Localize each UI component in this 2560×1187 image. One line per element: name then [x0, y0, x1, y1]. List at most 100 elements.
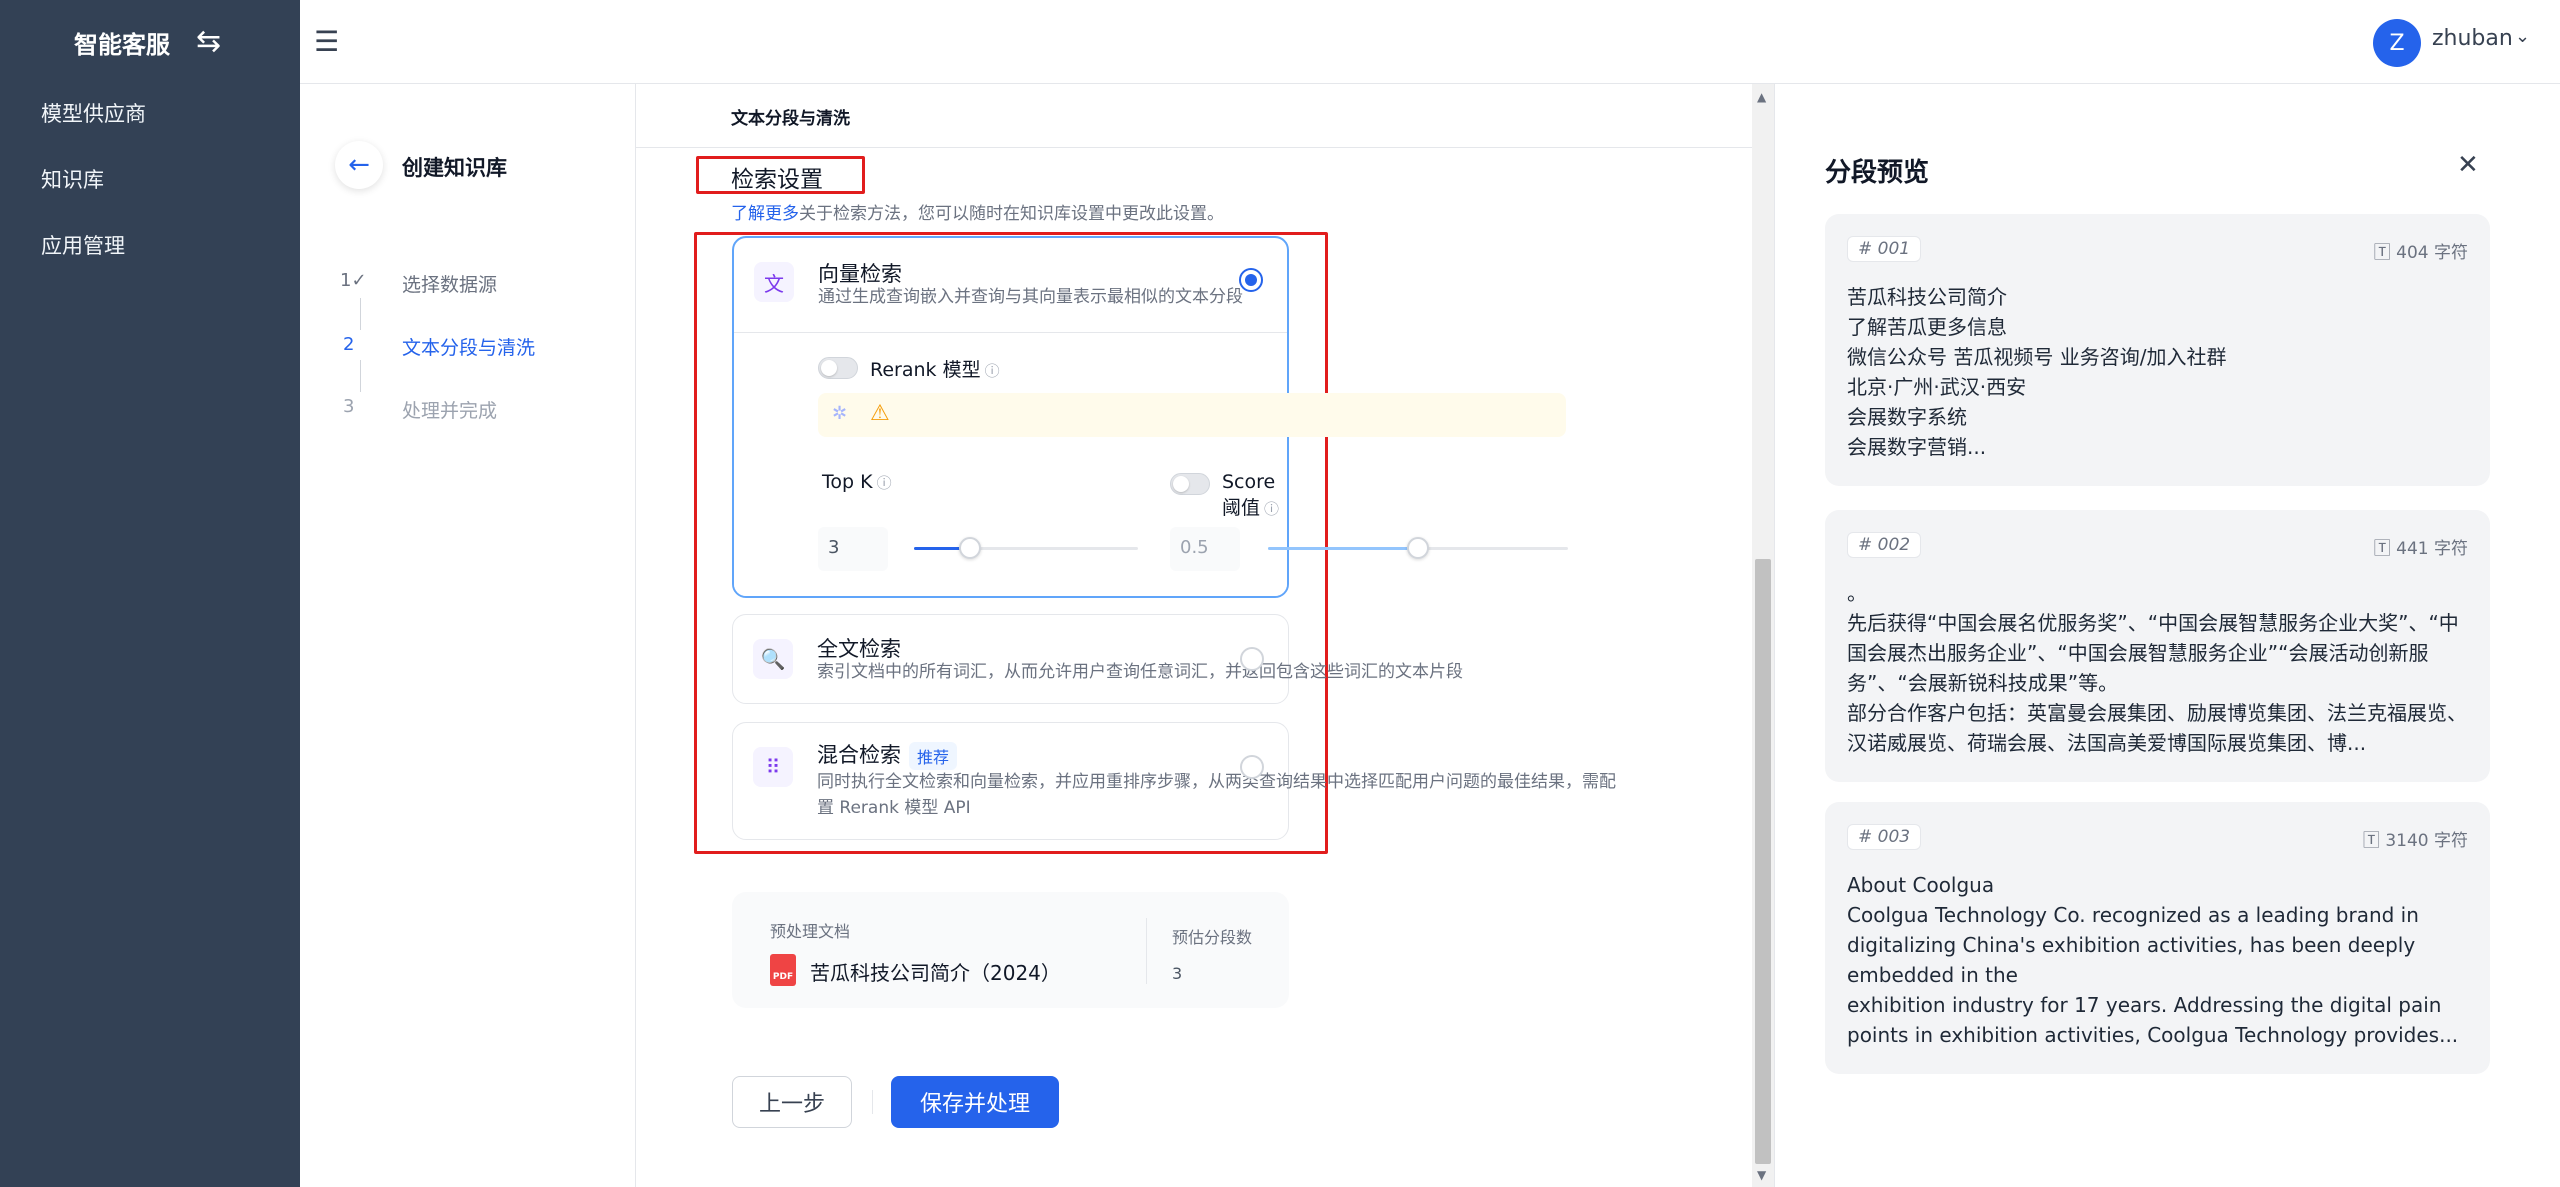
scrollbar-thumb[interactable] [1755, 559, 1771, 1164]
close-icon[interactable]: ✕ [2457, 150, 2479, 180]
retrieval-settings-desc: 了解更多关于检索方法，您可以随时在知识库设置中更改此设置。 [731, 199, 1224, 224]
rerank-model-select[interactable]: ✲ ⚠ [818, 393, 1566, 437]
app-title: 智能客服 [74, 30, 170, 59]
username[interactable]: zhuban [2432, 26, 2513, 51]
segment-char-count: 🅃 441 字符 [2374, 534, 2468, 559]
divider [872, 1090, 873, 1114]
segment-preview-panel: 分段预览 ✕ # 001 🅃 404 字符 苦瓜科技公司简介 了解苦瓜更多信息 … [1774, 84, 2560, 1187]
step-1-label[interactable]: 选择数据源 [402, 270, 497, 297]
segment-text: About Coolgua Coolgua Technology Co. rec… [1847, 873, 2459, 1047]
save-and-process-button[interactable]: 保存并处理 [891, 1076, 1059, 1128]
text-icon: 🅃 [2373, 243, 2397, 263]
step-2-number: 2 [343, 334, 355, 355]
warning-icon: ⚠ [870, 401, 890, 426]
arrow-left-icon: ← [348, 150, 370, 180]
preprocess-doc-label: 预处理文档 [770, 922, 851, 941]
segment-card: # 001 🅃 404 字符 苦瓜科技公司简介 了解苦瓜更多信息 微信公众号 苦… [1825, 214, 2490, 486]
rerank-label-text: Rerank 模型 [870, 359, 981, 381]
segment-text: 苦瓜科技公司简介 了解苦瓜更多信息 微信公众号 苦瓜视频号 业务咨询/加入社群 … [1847, 285, 2227, 459]
desc-text: 关于检索方法，您可以随时在知识库设置中更改此设置。 [799, 204, 1224, 224]
help-icon[interactable]: ⓘ [985, 362, 1000, 380]
switch-icon[interactable]: ⇆ [196, 22, 221, 62]
segment-char-count-text: 404 字符 [2396, 243, 2468, 263]
recommended-badge: 推荐 [909, 742, 958, 770]
fulltext-search-radio[interactable] [1240, 647, 1264, 671]
rerank-toggle[interactable] [818, 357, 858, 379]
hybrid-search-card[interactable]: ⠿ 混合检索 推荐 同时执行全文检索和向量检索，并应用重排序步骤，从两类查询结果中… [732, 722, 1616, 840]
divider [636, 147, 1752, 148]
help-icon[interactable]: ⓘ [877, 474, 892, 492]
sidebar-item-knowledge-base[interactable]: 知识库 [41, 164, 104, 194]
segment-card: # 003 🅃 3140 字符 About Coolgua Coolgua Te… [1825, 802, 2490, 1074]
topk-label-text: Top K [822, 471, 873, 493]
estimated-segments-label: 预估分段数 [1172, 928, 1253, 947]
vector-search-icon: 文 [754, 262, 794, 302]
topk-label: Top Kⓘ [822, 471, 892, 493]
segment-id: # 002 [1847, 532, 1922, 558]
estimated-segments-value: 3 [1172, 964, 1183, 983]
score-slider[interactable] [1268, 537, 1568, 559]
segment-char-count: 🅃 404 字符 [2374, 238, 2468, 263]
section-crumb: 文本分段与清洗 [731, 109, 850, 129]
avatar[interactable]: Z [2373, 19, 2421, 67]
hybrid-search-title-text: 混合检索 [817, 743, 901, 767]
fulltext-search-desc: 索引文档中的所有词汇，从而允许用户查询任意词汇，并返回包含这些词汇的文本片段 [817, 662, 1463, 682]
divider [1146, 918, 1147, 984]
segment-card: # 002 🅃 441 字符 。 先后获得“中国会展名优服务奖”、“中国会展智慧… [1825, 510, 2490, 782]
topk-slider[interactable] [914, 537, 1138, 559]
sidebar-item-app-management[interactable]: 应用管理 [41, 230, 125, 260]
score-label: Score 阈值 ⓘ [1222, 471, 1287, 520]
step-connector [360, 298, 361, 330]
grid-icon: ⠿ [753, 747, 793, 787]
segment-id: # 001 [1847, 236, 1922, 262]
top-bar: ☰ Z zhuban ⌄ [300, 0, 2560, 84]
back-button[interactable]: ← [335, 141, 383, 189]
step-2-label[interactable]: 文本分段与清洗 [402, 333, 535, 360]
steps-title: 创建知识库 [402, 156, 507, 180]
learn-more-link[interactable]: 了解更多 [731, 204, 799, 224]
scroll-up-icon[interactable]: ▲ [1757, 90, 1766, 104]
main-scrollbar[interactable]: ▲ ▼ [1752, 84, 1774, 1187]
vector-search-card[interactable]: 文 向量检索 通过生成查询嵌入并查询与其向量表示最相似的文本分段 Rerank … [732, 236, 1568, 598]
topk-input[interactable]: 3 [818, 527, 888, 571]
model-icon: ✲ [832, 403, 848, 424]
score-input[interactable]: 0.5 [1170, 527, 1240, 571]
highlight-box [696, 156, 865, 194]
segment-preview-title: 分段预览 [1825, 158, 1930, 188]
help-icon[interactable]: ⓘ [1264, 500, 1279, 518]
vector-search-desc: 通过生成查询嵌入并查询与其向量表示最相似的文本分段 [818, 287, 1243, 307]
fulltext-search-card[interactable]: 🔍 全文检索 索引文档中的所有词汇，从而允许用户查询任意词汇，并返回包含这些词汇… [732, 614, 1463, 704]
main-content: 文本分段与清洗 检索设置 了解更多关于检索方法，您可以随时在知识库设置中更改此设… [636, 84, 1752, 1187]
document-search-icon: 🔍 [753, 639, 793, 679]
hybrid-search-desc: 同时执行全文检索和向量检索，并应用重排序步骤，从两类查询结果中选择匹配用户问题的… [817, 772, 1616, 818]
segment-text: 。 先后获得“中国会展名优服务奖”、“中国会展智慧服务企业大奖”、“中国会展杰出… [1847, 581, 2467, 755]
pdf-file-icon: PDF [770, 954, 796, 986]
hybrid-search-title: 混合检索 推荐 [817, 739, 958, 770]
chevron-down-icon[interactable]: ⌄ [2515, 26, 2530, 47]
score-slider-fill [1268, 547, 1418, 550]
menu-collapse-icon[interactable]: ☰ [314, 26, 339, 58]
segment-id: # 003 [1847, 824, 1922, 850]
scroll-down-icon[interactable]: ▼ [1757, 1168, 1766, 1182]
sidebar: 智能客服 ⇆ 模型供应商 知识库 应用管理 [0, 0, 300, 1187]
segment-char-count: 🅃 3140 字符 [2363, 826, 2468, 851]
hybrid-search-radio[interactable] [1240, 755, 1264, 779]
score-threshold-toggle[interactable] [1170, 473, 1210, 495]
summary-panel: 预处理文档 PDF 苦瓜科技公司简介（2024） 预估分段数 3 [732, 892, 1289, 1008]
text-icon: 🅃 [2362, 831, 2386, 851]
segment-char-count-text: 3140 字符 [2385, 831, 2468, 851]
vector-search-radio[interactable] [1239, 268, 1263, 292]
steps-panel: ← 创建知识库 1✓ 选择数据源 2 文本分段与清洗 3 处理并完成 [300, 84, 636, 1187]
step-3-label: 处理并完成 [402, 400, 498, 422]
step-connector [360, 360, 361, 392]
text-icon: 🅃 [2373, 539, 2397, 559]
vector-settings-panel: Rerank 模型 ⓘ ✲ ⚠ Top Kⓘ Score 阈值 ⓘ 3 0.5 [734, 332, 1568, 596]
step-3-number: 3 [343, 396, 355, 417]
sidebar-item-model-provider[interactable]: 模型供应商 [41, 98, 146, 128]
topk-slider-thumb[interactable] [959, 537, 981, 559]
segment-char-count-text: 441 字符 [2396, 539, 2468, 559]
previous-step-button[interactable]: 上一步 [732, 1076, 852, 1128]
step-1-number: 1✓ [340, 270, 367, 291]
score-slider-thumb[interactable] [1407, 537, 1429, 559]
preprocess-doc-name: 苦瓜科技公司简介（2024） [810, 961, 1061, 985]
